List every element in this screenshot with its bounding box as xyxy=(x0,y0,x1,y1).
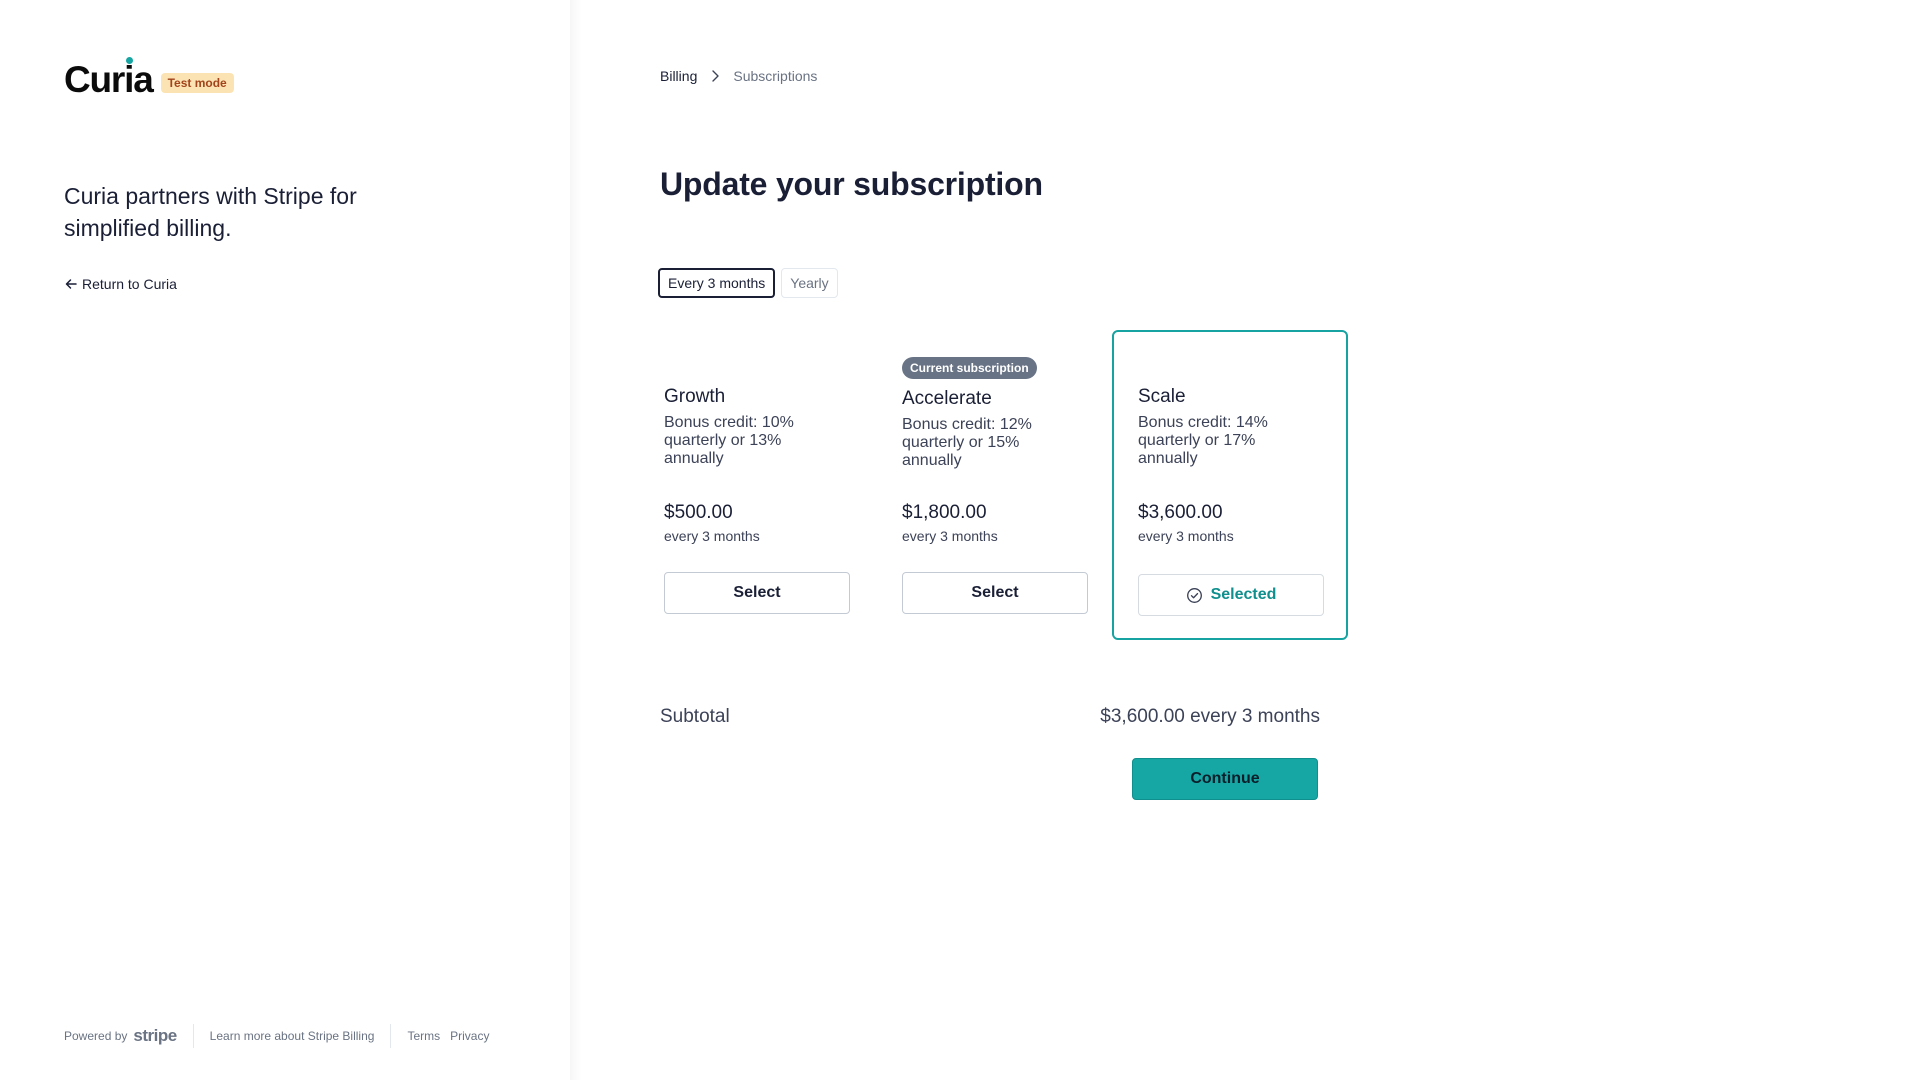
powered-by-stripe[interactable]: Powered by stripe xyxy=(64,1024,194,1048)
continue-button[interactable]: Continue xyxy=(1132,758,1318,800)
plan-period: every 3 months xyxy=(902,528,998,544)
plan-price: $1,800.00 xyxy=(902,502,987,523)
return-link[interactable]: Return to Curia xyxy=(64,276,177,292)
plan-description: Bonus credit: 14% quarterly or 17% annua… xyxy=(1138,414,1268,467)
plan-period: every 3 months xyxy=(1138,528,1234,544)
plan-price: $3,600.00 xyxy=(1138,502,1223,523)
test-mode-badge: Test mode xyxy=(160,72,234,93)
learn-more-link[interactable]: Learn more about Stripe Billing xyxy=(194,1024,392,1048)
billing-interval-toggle: Every 3 months Yearly xyxy=(658,268,838,298)
plan-description: Bonus credit: 10% quarterly or 13% annua… xyxy=(664,414,794,467)
panel-divider xyxy=(570,0,582,1080)
curia-logo-text: Curia xyxy=(64,59,154,100)
logo-dot-icon xyxy=(126,57,133,64)
toggle-yearly[interactable]: Yearly xyxy=(781,268,838,298)
plan-card-scale[interactable]: Scale Bonus credit: 14% quarterly or 17%… xyxy=(1112,330,1348,640)
plan-card-growth[interactable]: Growth Bonus credit: 10% quarterly or 13… xyxy=(638,330,874,640)
privacy-link[interactable]: Privacy xyxy=(450,1029,489,1043)
chevron-right-icon xyxy=(712,70,720,82)
toggle-every-3-months[interactable]: Every 3 months xyxy=(658,268,776,298)
return-link-label: Return to Curia xyxy=(82,276,177,292)
plan-price: $500.00 xyxy=(664,502,733,523)
selected-scale-button[interactable]: Selected xyxy=(1138,574,1324,616)
breadcrumb-subscriptions[interactable]: Subscriptions xyxy=(733,68,817,84)
left-panel: Curia Test mode Curia partners with Stri… xyxy=(0,0,570,1080)
terms-link[interactable]: Terms xyxy=(407,1029,440,1043)
page-title: Update your subscription xyxy=(660,166,1043,202)
select-accelerate-button[interactable]: Select xyxy=(902,572,1088,614)
plan-name: Growth xyxy=(664,386,726,407)
select-growth-button[interactable]: Select xyxy=(664,572,850,614)
footer: Powered by stripe Learn more about Strip… xyxy=(64,1024,489,1048)
plan-name: Scale xyxy=(1138,386,1186,407)
breadcrumb: Billing Subscriptions xyxy=(660,68,817,84)
stripe-logo: stripe xyxy=(133,1026,177,1045)
current-subscription-badge: Current subscription xyxy=(902,357,1037,379)
plan-period: every 3 months xyxy=(664,528,760,544)
subtotal-value: $3,600.00 every 3 months xyxy=(1100,706,1320,727)
check-circle-icon xyxy=(1186,587,1202,603)
powered-by-label: Powered by xyxy=(64,1029,128,1043)
arrow-left-icon xyxy=(65,279,77,289)
brand-header: Curia Test mode xyxy=(64,57,234,100)
legal-links: Terms Privacy xyxy=(391,1029,489,1043)
plan-name: Accelerate xyxy=(902,388,992,409)
subtotal-label: Subtotal xyxy=(660,706,730,727)
plan-description: Bonus credit: 12% quarterly or 15% annua… xyxy=(902,416,1032,469)
curia-logo[interactable]: Curia xyxy=(64,57,154,100)
breadcrumb-billing[interactable]: Billing xyxy=(660,68,697,84)
plan-card-accelerate[interactable]: Current subscription Accelerate Bonus cr… xyxy=(876,330,1112,640)
selected-label: Selected xyxy=(1210,586,1277,603)
tagline: Curia partners with Stripe for simplifie… xyxy=(64,183,357,241)
